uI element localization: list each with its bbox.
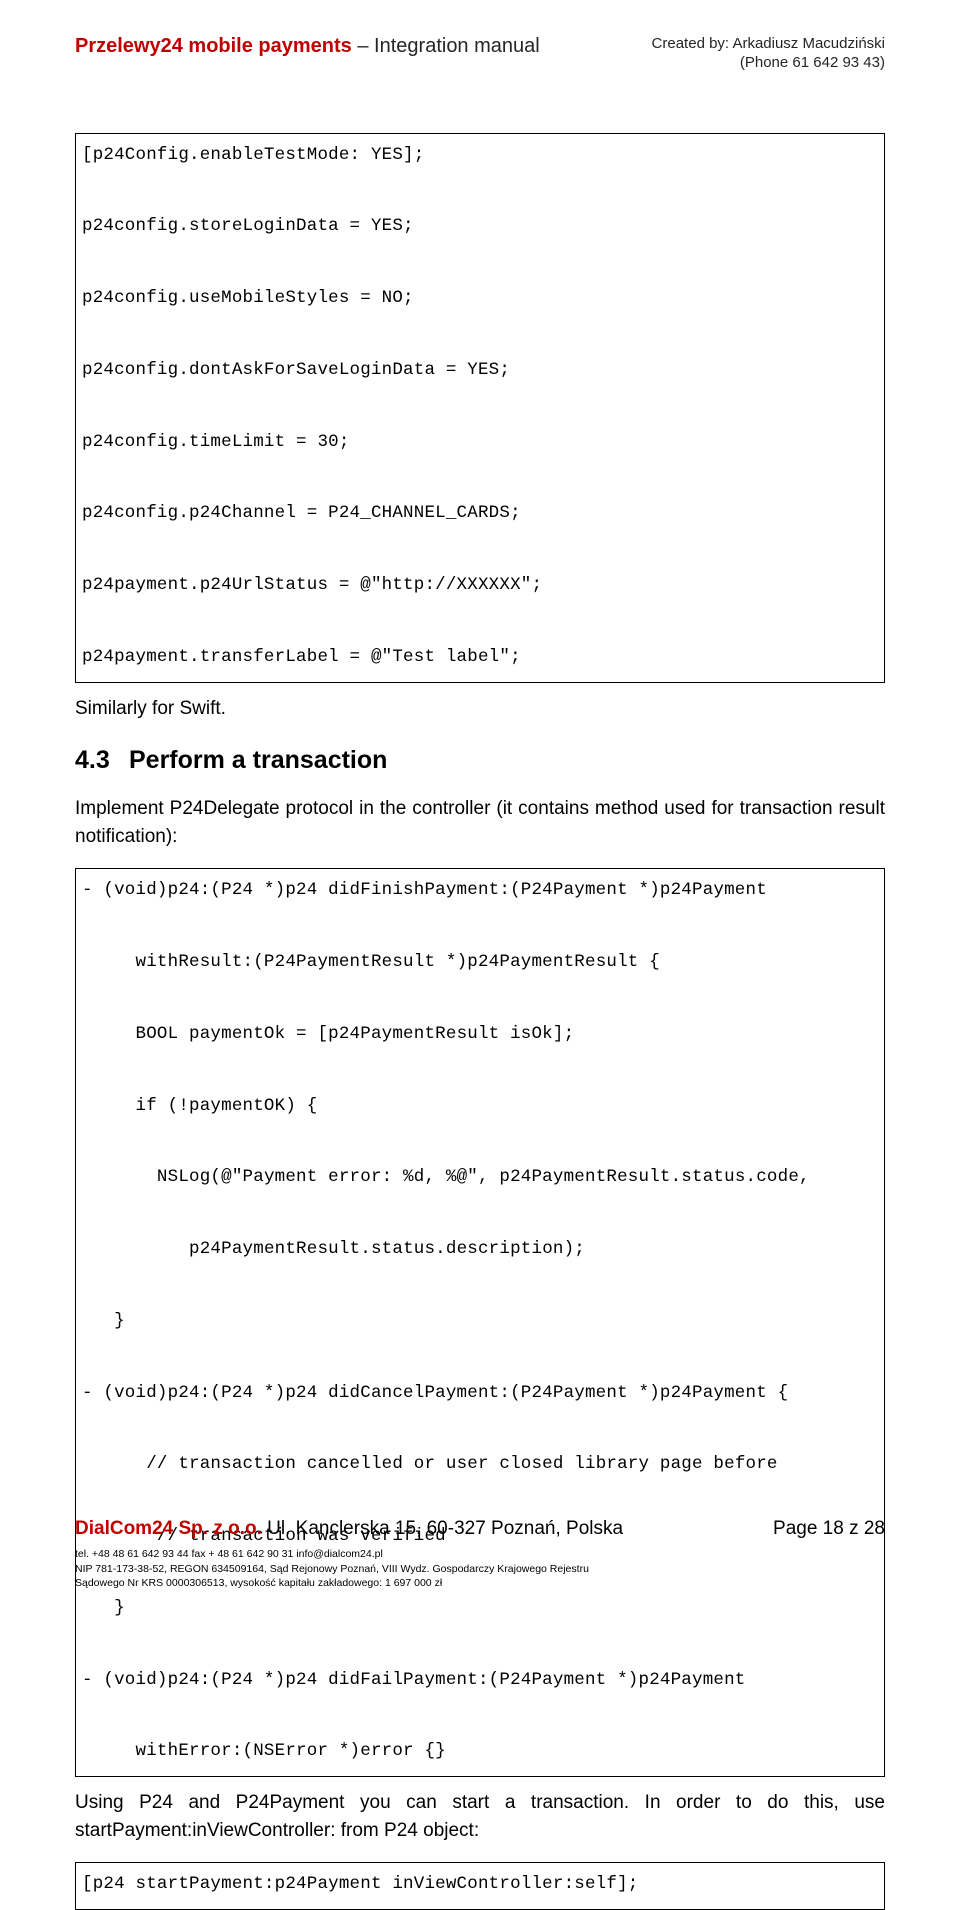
code-block-1: [p24Config.enableTestMode: YES]; p24conf… xyxy=(75,133,885,683)
footer-company-addr: Ul. Kanclerska 15, 60-327 Poznań, Polska xyxy=(262,1518,623,1539)
page-header: Przelewy24 mobile payments – Integration… xyxy=(75,35,885,73)
footer-company-name: DialCom24 Sp. z o.o. xyxy=(75,1518,262,1539)
paragraph-using: Using P24 and P24Payment you can start a… xyxy=(75,1789,885,1844)
header-title-sep: – xyxy=(352,35,374,57)
section-title: Perform a transaction xyxy=(129,746,387,774)
paragraph-swift: Similarly for Swift. xyxy=(75,695,885,723)
footer-legal-1: tel. +48 48 61 642 93 44 fax + 48 61 642… xyxy=(75,1547,695,1561)
section-heading: 4.3Perform a transaction xyxy=(75,746,885,775)
footer-legal-3: Sądowego Nr KRS 0000306513, wysokość kap… xyxy=(75,1576,695,1590)
code-block-2: - (void)p24:(P24 *)p24 didFinishPayment:… xyxy=(75,868,885,1777)
code-block-3: [p24 startPayment:p24Payment inViewContr… xyxy=(75,1862,885,1910)
phone: (Phone 61 642 93 43) xyxy=(652,54,885,73)
footer-page: Page 18 z 28 xyxy=(773,1518,885,1540)
header-title-bold: Przelewy24 mobile payments xyxy=(75,35,352,57)
created-by: Created by: Arkadiusz Macudziński xyxy=(652,35,885,54)
footer-legal-2: NIP 781-173-38-52, REGON 634509164, Sąd … xyxy=(75,1562,695,1576)
page-footer: DialCom24 Sp. z o.o. Ul. Kanclerska 15, … xyxy=(75,1518,885,1590)
paragraph-implement: Implement P24Delegate protocol in the co… xyxy=(75,795,885,850)
header-title: Przelewy24 mobile payments – Integration… xyxy=(75,35,540,58)
section-number: 4.3 xyxy=(75,746,129,775)
header-title-thin: Integration manual xyxy=(374,35,540,57)
footer-company: DialCom24 Sp. z o.o. Ul. Kanclerska 15, … xyxy=(75,1518,623,1540)
header-meta: Created by: Arkadiusz Macudziński (Phone… xyxy=(652,35,885,73)
footer-legal: tel. +48 48 61 642 93 44 fax + 48 61 642… xyxy=(75,1547,695,1590)
footer-line: DialCom24 Sp. z o.o. Ul. Kanclerska 15, … xyxy=(75,1518,885,1540)
